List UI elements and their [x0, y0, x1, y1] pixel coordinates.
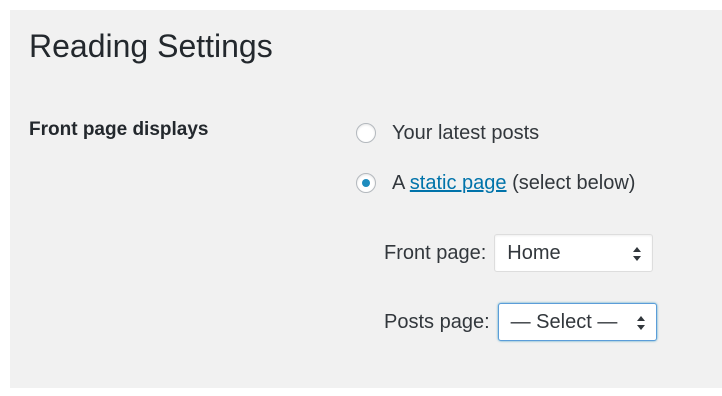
- settings-panel: Reading Settings Front page displays You…: [10, 10, 722, 388]
- updown-arrows-icon: [633, 247, 642, 261]
- updown-arrows-icon: [636, 316, 645, 330]
- radio-static-page[interactable]: A static page (select below): [356, 170, 635, 196]
- radio-static-page-suffix: (select below): [506, 172, 636, 194]
- front-page-select-value: Home: [507, 242, 561, 264]
- radio-latest-posts-button[interactable]: [356, 123, 376, 143]
- front-page-field: Front page: Home: [384, 234, 654, 272]
- posts-page-field: Posts page: — Select —: [384, 303, 657, 341]
- front-page-label: Front page:: [384, 241, 487, 264]
- front-page-displays-label: Front page displays: [29, 119, 209, 140]
- radio-static-page-button[interactable]: [356, 173, 376, 193]
- posts-page-label: Posts page:: [384, 310, 490, 333]
- page-title: Reading Settings: [29, 28, 273, 64]
- radio-static-page-prefix: A: [392, 172, 410, 194]
- radio-latest-posts[interactable]: Your latest posts: [356, 120, 539, 146]
- radio-static-page-label: A static page (select below): [392, 170, 635, 196]
- radio-latest-posts-label: Your latest posts: [392, 122, 540, 144]
- posts-page-select-value: — Select —: [510, 311, 618, 333]
- static-page-link[interactable]: static page: [410, 172, 507, 194]
- posts-page-select[interactable]: — Select —: [497, 303, 657, 341]
- front-page-select[interactable]: Home: [494, 234, 654, 272]
